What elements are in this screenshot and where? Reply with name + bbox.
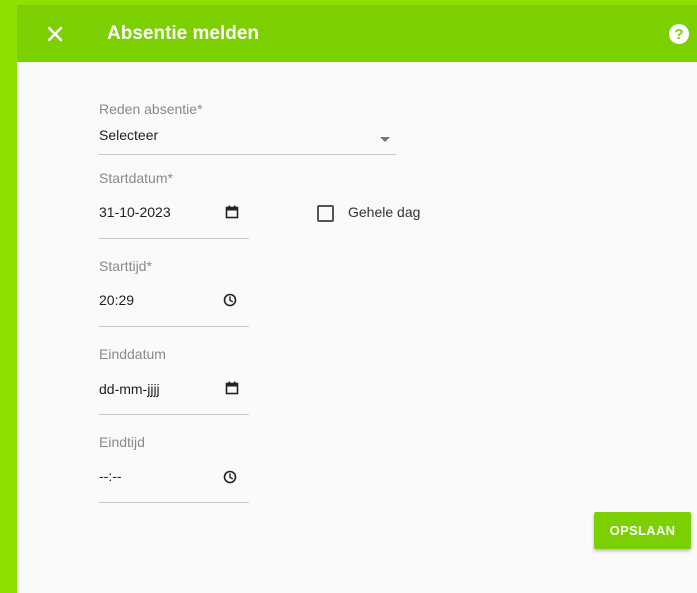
clock-icon[interactable] (223, 470, 237, 484)
reason-select[interactable]: Selecteer (99, 127, 158, 143)
svg-text:?: ? (674, 26, 683, 43)
start-time-label: Starttijd* (99, 258, 152, 274)
start-date-input[interactable]: 31-10-2023 (99, 204, 171, 220)
end-date-label: Einddatum (99, 346, 166, 362)
reason-underline (99, 154, 396, 155)
dialog-header: Absentie melden ? (17, 5, 697, 62)
start-time-input[interactable]: 20:29 (99, 292, 134, 308)
end-time-underline (99, 502, 249, 503)
calendar-icon[interactable] (225, 205, 239, 219)
clock-icon[interactable] (223, 293, 237, 307)
save-button[interactable]: OPSLAAN (594, 512, 691, 549)
full-day-checkbox[interactable] (317, 205, 334, 222)
absence-dialog: Absentie melden ? Reden absentie* Select… (17, 5, 697, 593)
end-time-input[interactable]: --:-- (99, 468, 122, 484)
close-icon[interactable] (43, 22, 67, 46)
start-time-underline (99, 326, 249, 327)
end-date-input[interactable]: dd-mm-jjjj (99, 381, 160, 397)
dialog-title: Absentie melden (107, 23, 260, 44)
left-accent-strip (0, 0, 17, 593)
full-day-label: Gehele dag (348, 204, 421, 220)
end-time-label: Eindtijd (99, 434, 145, 450)
dropdown-arrow-icon[interactable] (379, 130, 391, 142)
help-circle-icon[interactable]: ? (668, 23, 690, 45)
end-date-underline (99, 414, 249, 415)
reason-label: Reden absentie* (99, 101, 203, 117)
start-date-label: Startdatum* (99, 170, 173, 186)
start-date-underline (99, 238, 249, 239)
calendar-icon[interactable] (225, 381, 239, 395)
